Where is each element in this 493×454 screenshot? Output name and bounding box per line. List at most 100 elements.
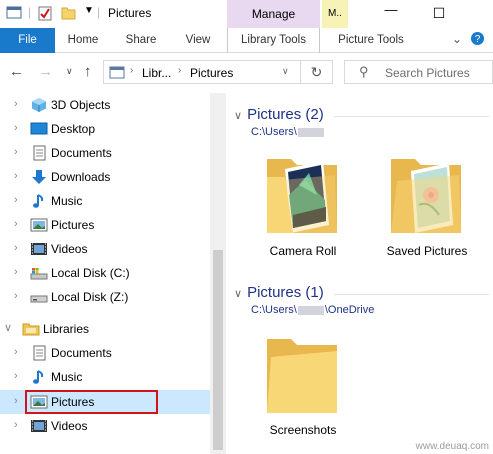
nav-item-label: Libraries bbox=[43, 322, 90, 336]
expand-chevron-icon[interactable]: › bbox=[14, 419, 18, 431]
search-input[interactable]: ⚲ Search Pictures bbox=[344, 60, 493, 84]
expand-chevron-icon[interactable]: › bbox=[14, 122, 18, 134]
nav-scrollbar-thumb[interactable] bbox=[213, 250, 223, 450]
nav-item-label: Music bbox=[51, 370, 83, 384]
group-header[interactable]: ∨ Pictures (1) bbox=[234, 284, 324, 301]
new-folder-icon[interactable] bbox=[61, 6, 76, 20]
group-path: C:\Users\ \OneDrive bbox=[251, 304, 374, 316]
expand-chevron-icon[interactable]: › bbox=[14, 266, 18, 278]
nav-item-lib-documents[interactable]: › Documents bbox=[0, 341, 210, 365]
music-icon bbox=[33, 194, 44, 208]
group-header[interactable]: ∨ Pictures (2) bbox=[234, 106, 324, 123]
tab-picture-tools[interactable]: Picture Tools bbox=[328, 28, 414, 53]
videos-icon bbox=[31, 243, 47, 255]
address-bar-row: ← → ∨ ↑ › Libr... › Pictures ∨ ↻ ⚲ Searc… bbox=[0, 53, 493, 93]
collapse-chevron-icon[interactable]: ∨ bbox=[4, 321, 12, 334]
recent-locations-icon[interactable]: ∨ bbox=[66, 66, 73, 77]
address-box[interactable]: › Libr... › Pictures ∨ bbox=[103, 60, 301, 84]
highlight-box bbox=[25, 390, 158, 414]
folder-icon bbox=[267, 339, 337, 413]
folder-saved-pictures[interactable]: Saved Pictures bbox=[372, 155, 482, 263]
refresh-button[interactable]: ↻ bbox=[301, 60, 333, 84]
path-suffix: \OneDrive bbox=[324, 304, 375, 316]
expand-chevron-icon[interactable]: › bbox=[14, 170, 18, 182]
nav-item-local-disk-c[interactable]: › Local Disk (C:) bbox=[0, 261, 210, 285]
folder-with-photos-icon bbox=[391, 159, 461, 233]
expand-chevron-icon[interactable]: › bbox=[14, 290, 18, 302]
tab-share[interactable]: Share bbox=[116, 28, 166, 53]
nav-item-lib-music[interactable]: › Music bbox=[0, 365, 210, 389]
address-dropdown-icon[interactable]: ∨ bbox=[282, 66, 289, 77]
nav-item-pictures[interactable]: › Pictures bbox=[0, 213, 210, 237]
nav-item-videos[interactable]: › Videos bbox=[0, 237, 210, 261]
qa-customize-icon[interactable]: ▼ bbox=[84, 5, 94, 16]
nav-item-documents[interactable]: › Documents bbox=[0, 141, 210, 165]
maximize-button[interactable]: ☐ bbox=[428, 3, 450, 23]
group-path: C:\Users\ bbox=[251, 126, 325, 138]
window-title: Pictures bbox=[108, 6, 152, 20]
crumb-pictures[interactable]: Pictures bbox=[190, 66, 233, 80]
search-placeholder: Search Pictures bbox=[385, 66, 470, 80]
pictures-icon bbox=[30, 218, 48, 232]
file-list: ∨ Pictures (2) C:\Users\ Camera Roll Sav… bbox=[226, 93, 493, 454]
videos-icon bbox=[31, 420, 47, 432]
tab-home[interactable]: Home bbox=[58, 28, 108, 53]
tab-view[interactable]: View bbox=[174, 28, 222, 53]
folder-name: Screenshots bbox=[269, 423, 337, 437]
minimize-button[interactable]: — bbox=[380, 0, 402, 20]
crumb-separator-icon[interactable]: › bbox=[178, 65, 181, 76]
qa-separator: | bbox=[28, 5, 32, 19]
nav-item-3d-objects[interactable]: › 3D Objects bbox=[0, 93, 210, 117]
tab-library-tools[interactable]: Library Tools bbox=[227, 28, 320, 53]
nav-item-music[interactable]: › Music bbox=[0, 189, 210, 213]
expand-chevron-icon[interactable]: › bbox=[14, 370, 18, 382]
nav-item-downloads[interactable]: › Downloads bbox=[0, 165, 210, 189]
nav-item-label: Videos bbox=[51, 419, 88, 433]
crumb-separator-icon[interactable]: › bbox=[130, 65, 133, 76]
expand-chevron-icon[interactable]: › bbox=[14, 194, 18, 206]
expand-chevron-icon[interactable]: › bbox=[14, 146, 18, 158]
context-tab-manage[interactable]: Manage bbox=[227, 0, 320, 28]
nav-item-label: Pictures bbox=[51, 218, 95, 232]
folder-with-photos-icon bbox=[267, 159, 337, 233]
library-icon bbox=[109, 66, 125, 79]
ribbon-collapse-icon[interactable]: ⌄ bbox=[452, 32, 462, 46]
nav-item-lib-videos[interactable]: › Videos bbox=[0, 414, 210, 438]
context-tab-music[interactable]: M.. bbox=[322, 0, 348, 28]
nav-item-local-disk-z[interactable]: › Local Disk (Z:) bbox=[0, 285, 210, 309]
nav-item-label: Videos bbox=[51, 242, 88, 256]
nav-item-label: Music bbox=[51, 194, 83, 208]
forward-icon[interactable]: → bbox=[38, 63, 53, 80]
path-prefix: C:\Users\ bbox=[251, 126, 297, 138]
music-icon bbox=[33, 370, 44, 384]
svg-text:?: ? bbox=[475, 34, 481, 45]
group-title: Pictures (2) bbox=[247, 106, 324, 123]
explorer-window-icon[interactable] bbox=[6, 6, 22, 20]
group-collapse-icon[interactable]: ∨ bbox=[234, 288, 242, 300]
nav-item-libraries[interactable]: ∨ Libraries bbox=[0, 317, 210, 341]
expand-chevron-icon[interactable]: › bbox=[14, 346, 18, 358]
watermark: www.deuaq.com bbox=[415, 441, 489, 452]
expand-chevron-icon[interactable]: › bbox=[14, 395, 18, 407]
title-bar: | ▼ | Pictures Manage M.. — ☐ bbox=[0, 0, 493, 28]
folder-camera-roll[interactable]: Camera Roll bbox=[248, 155, 358, 263]
group-divider bbox=[334, 294, 489, 295]
folder-screenshots[interactable]: Screenshots bbox=[248, 335, 358, 445]
tab-file[interactable]: File bbox=[0, 28, 55, 53]
expand-chevron-icon[interactable]: › bbox=[14, 218, 18, 230]
crumb-libraries[interactable]: Libr... bbox=[142, 66, 171, 80]
help-icon[interactable]: ? bbox=[470, 31, 485, 49]
folder-name: Saved Pictures bbox=[386, 244, 468, 258]
nav-item-desktop[interactable]: › Desktop bbox=[0, 117, 210, 141]
ribbon-tabs: File Home Share View Library Tools Pictu… bbox=[0, 28, 493, 53]
group-collapse-icon[interactable]: ∨ bbox=[234, 110, 242, 122]
documents-icon bbox=[33, 345, 46, 361]
back-icon[interactable]: ← bbox=[9, 63, 24, 80]
expand-chevron-icon[interactable]: › bbox=[14, 98, 18, 110]
up-icon[interactable]: ↑ bbox=[84, 63, 92, 80]
expand-chevron-icon[interactable]: › bbox=[14, 242, 18, 254]
qa-separator-2: | bbox=[97, 5, 101, 19]
nav-item-label: Local Disk (C:) bbox=[51, 266, 130, 280]
properties-icon[interactable] bbox=[38, 6, 52, 21]
downloads-icon bbox=[32, 170, 46, 184]
